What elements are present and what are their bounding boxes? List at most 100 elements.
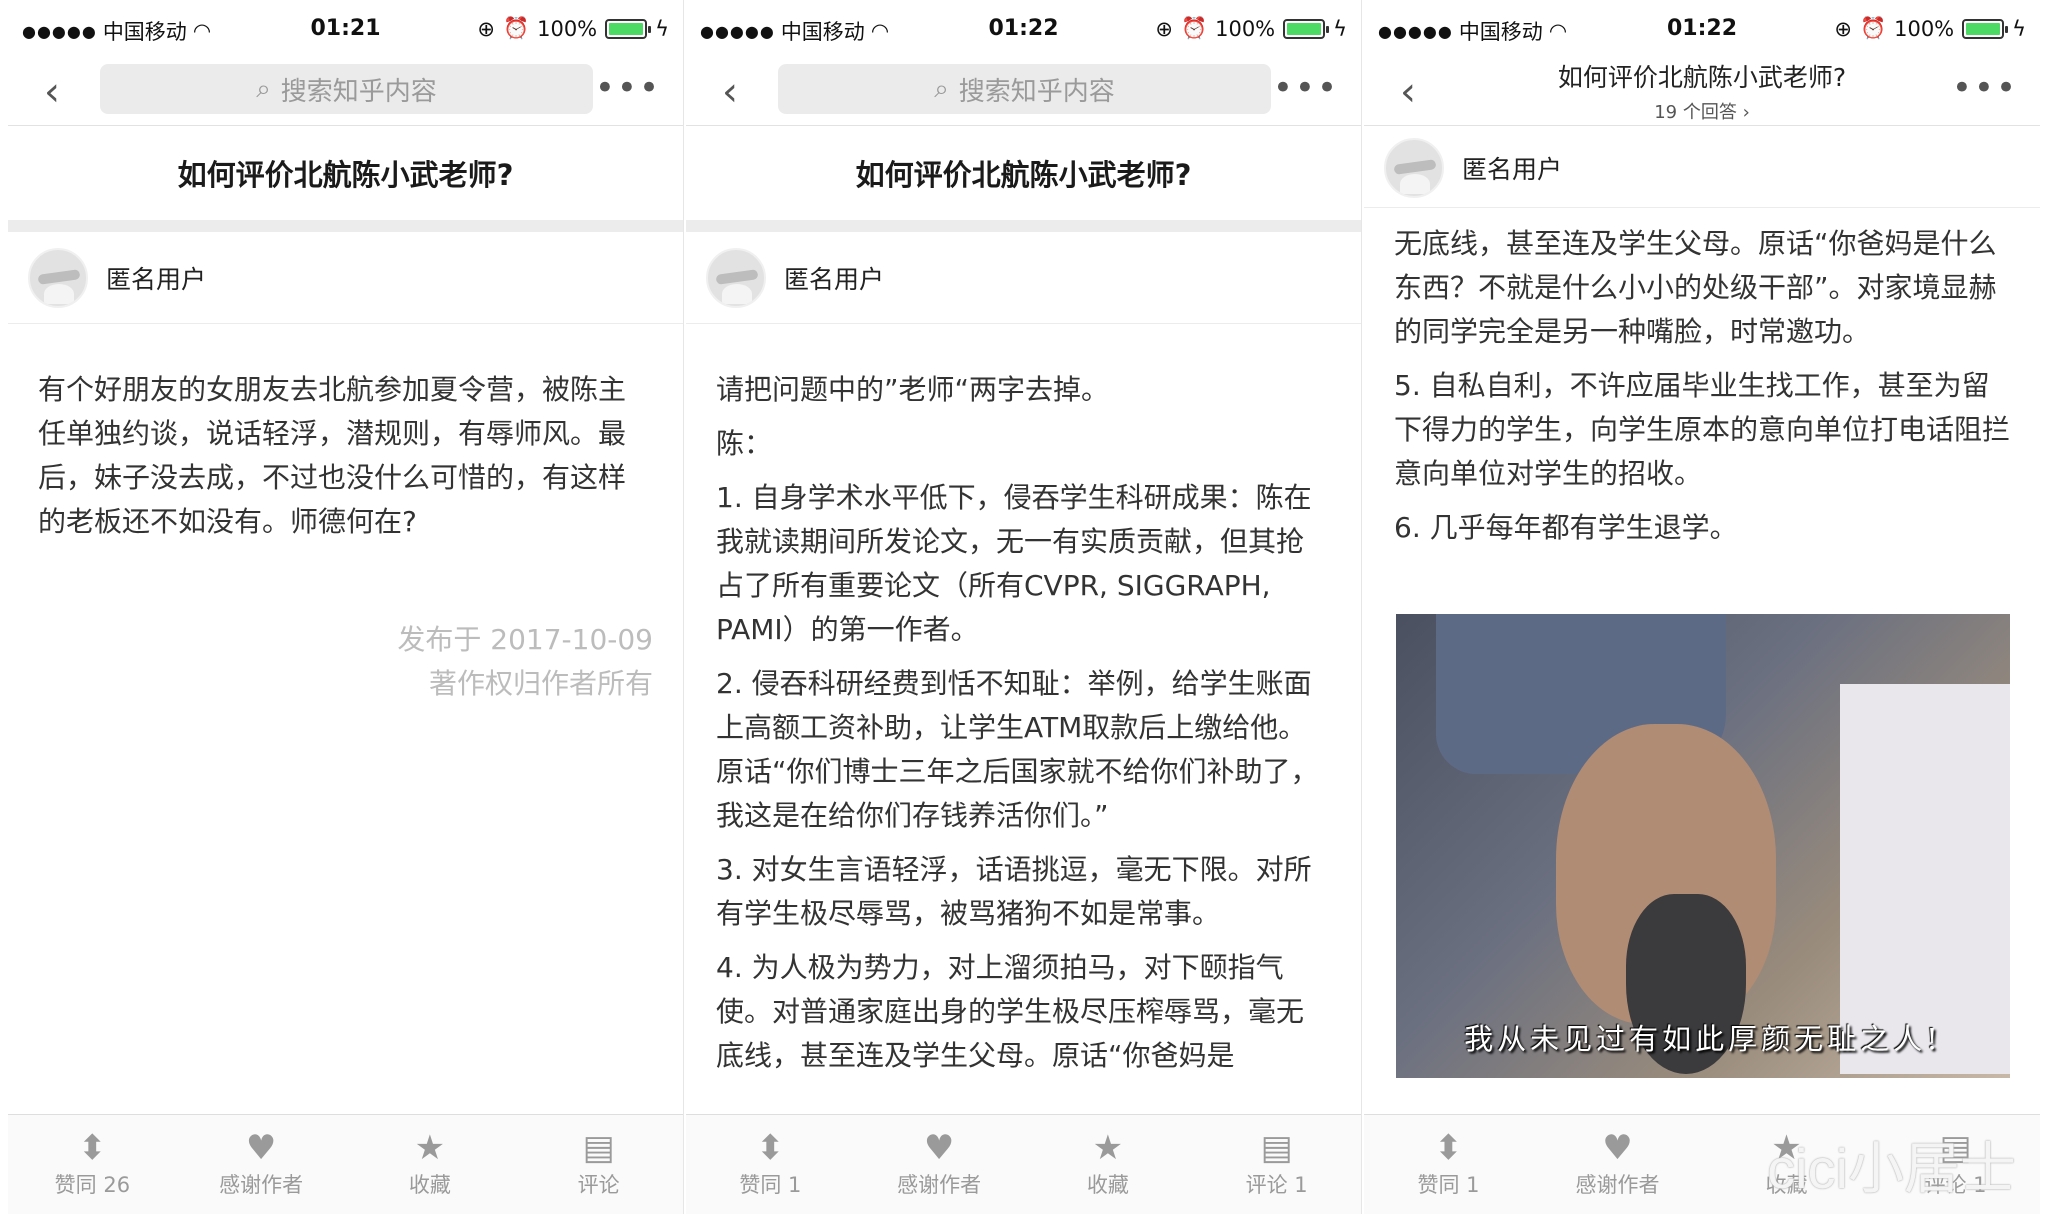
answer-paragraph: 有个好朋友的女朋友去北航参加夏令营，被陈主任单独约谈，说话轻浮，潜规则，有辱师风… bbox=[38, 373, 627, 538]
avatar bbox=[1384, 137, 1444, 198]
avatar bbox=[706, 247, 766, 308]
agree-label: 赞同 26 bbox=[54, 1172, 131, 1197]
collect-label: 收藏 bbox=[1086, 1172, 1129, 1197]
answer-paragraph: 5. 自私自利，不许应届毕业生找工作，甚至为留下得力的学生，向学生原本的意向单位… bbox=[1394, 369, 2011, 490]
publish-info: 发布于 2017-10-09 著作权归作者所有 bbox=[397, 618, 653, 706]
phone-screen-3: ●●●●● 中国移动 ◠ 01:22 ⊕ ⏰ 100% ϟ ‹ 如何评价北航陈小武老师? … bbox=[1364, 0, 2040, 1214]
collect-button[interactable]: ★ 收藏 bbox=[346, 1115, 515, 1214]
agree-button[interactable]: ⬍ 赞同 1 bbox=[686, 1115, 855, 1214]
answer-paragraph: 无底线，甚至连及学生父母。原话“你爸妈是什么东西？不就是什么小小的处级干部”。对… bbox=[1394, 227, 1997, 348]
thanks-button[interactable]: ♥ 感谢作者 bbox=[1533, 1115, 1702, 1214]
agree-label: 赞同 1 bbox=[1417, 1172, 1480, 1197]
answer-paragraph: 3. 对女生言语轻浮，话语挑逗，毫无下限。对所有学生极尽辱骂，被骂猪狗不如是常事… bbox=[716, 853, 1312, 930]
answer-paragraph: 请把问题中的”老师“两字去掉。 bbox=[716, 373, 1110, 406]
answer-body: 有个好朋友的女朋友去北航参加夏令营，被陈主任单独约谈，说话轻浮，潜规则，有辱师风… bbox=[38, 368, 653, 554]
battery-icon bbox=[1283, 18, 1330, 39]
thanks-label: 感谢作者 bbox=[1575, 1172, 1660, 1197]
lock-rotation-icon: ⊕ bbox=[477, 16, 495, 41]
comment-label: 评论 bbox=[577, 1172, 620, 1197]
action-bar: ⬍ 赞同 1 ♥ 感谢作者 ★ 收藏 ▤ 评论 1 bbox=[686, 1114, 1361, 1214]
avatar bbox=[28, 247, 88, 308]
answer-count: 19 个回答 › bbox=[1654, 102, 1750, 123]
vote-arrows-icon: ⬍ bbox=[1434, 1127, 1463, 1168]
author-name: 匿名用户 bbox=[784, 264, 885, 294]
nav-question-title[interactable]: 如何评价北航陈小武老师? 19 个回答 › bbox=[1464, 58, 1940, 124]
heart-icon: ♥ bbox=[923, 1127, 955, 1168]
charging-icon: ϟ bbox=[1333, 16, 1347, 41]
status-bar: ●●●●● 中国移动 ◠ 01:22 ⊕ ⏰ 100% ϟ bbox=[686, 0, 1361, 58]
action-bar: ⬍ 赞同 26 ♥ 感谢作者 ★ 收藏 ▤ 评论 bbox=[8, 1114, 683, 1214]
phone-screen-1: ●●●●● 中国移动 ◠ 01:21 ⊕ ⏰ 100% ϟ ‹ ⌕ 搜索知乎内容 ••• 如… bbox=[8, 0, 684, 1214]
answer-paragraph: 1. 自身学术水平低下，侵吞学生科研成果：陈在我就读期间所发论文，无一有实质贡献… bbox=[716, 481, 1312, 646]
star-icon: ★ bbox=[414, 1127, 446, 1168]
comment-label: 评论 1 bbox=[1245, 1172, 1308, 1197]
author-row[interactable]: 匿名用户 bbox=[8, 232, 683, 324]
search-icon: ⌕ bbox=[934, 73, 949, 104]
search-placeholder: 搜索知乎内容 bbox=[280, 76, 437, 107]
collect-label: 收藏 bbox=[408, 1172, 451, 1197]
publish-date: 发布于 2017-10-09 bbox=[397, 623, 653, 656]
author-name: 匿名用户 bbox=[1462, 154, 1563, 184]
battery-percent: 100% bbox=[1215, 16, 1276, 41]
agree-label: 赞同 1 bbox=[739, 1172, 802, 1197]
status-bar: ●●●●● 中国移动 ◠ 01:22 ⊕ ⏰ 100% ϟ bbox=[1364, 0, 2040, 58]
battery-percent: 100% bbox=[1894, 16, 1955, 41]
copyright-note: 著作权归作者所有 bbox=[428, 667, 653, 700]
charging-icon: ϟ bbox=[655, 16, 669, 41]
more-icon[interactable]: ••• bbox=[595, 68, 661, 108]
author-row[interactable]: 匿名用户 bbox=[686, 232, 1361, 324]
collect-button[interactable]: ★ 收藏 bbox=[1024, 1115, 1193, 1214]
status-bar: ●●●●● 中国移动 ◠ 01:21 ⊕ ⏰ 100% ϟ bbox=[8, 0, 683, 58]
question-title[interactable]: 如何评价北航陈小武老师? bbox=[686, 126, 1361, 220]
answer-paragraph: 4. 为人极为势力，对上溜须拍马，对下颐指气使。对普通家庭出身的学生极尽压榨辱骂… bbox=[716, 951, 1305, 1072]
thanks-label: 感谢作者 bbox=[219, 1172, 304, 1197]
lock-rotation-icon: ⊕ bbox=[1155, 16, 1173, 41]
more-icon[interactable]: ••• bbox=[1273, 68, 1339, 108]
comment-button[interactable]: ▤ 评论 1 bbox=[1192, 1115, 1361, 1214]
author-row[interactable]: 匿名用户 bbox=[1364, 128, 2040, 208]
answer-paragraph: 2. 侵吞科研经费到恬不知耻：举例，给学生账面上高额工资补助，让学生ATM取款后… bbox=[716, 667, 1319, 832]
divider bbox=[8, 220, 683, 232]
search-icon: ⌕ bbox=[256, 73, 271, 104]
thanks-button[interactable]: ♥ 感谢作者 bbox=[177, 1115, 346, 1214]
alarm-icon: ⏰ bbox=[502, 16, 530, 40]
meme-caption: 我从未见过有如此厚颜无耻之人! bbox=[1464, 1022, 1942, 1056]
alarm-icon: ⏰ bbox=[1859, 16, 1887, 40]
back-icon[interactable]: ‹ bbox=[1400, 72, 1416, 112]
nav-bar: ‹ ⌕ 搜索知乎内容 ••• bbox=[686, 58, 1361, 126]
vote-arrows-icon: ⬍ bbox=[78, 1127, 107, 1168]
question-title[interactable]: 如何评价北航陈小武老师? bbox=[8, 126, 683, 220]
answer-body: 请把问题中的”老师“两字去掉。 陈： 1. 自身学术水平低下，侵吞学生科研成果：… bbox=[716, 368, 1331, 1108]
battery-icon bbox=[1962, 18, 2009, 39]
agree-button[interactable]: ⬍ 赞同 26 bbox=[8, 1115, 177, 1214]
search-input[interactable]: ⌕ 搜索知乎内容 bbox=[100, 64, 593, 114]
star-icon: ★ bbox=[1092, 1127, 1124, 1168]
search-placeholder: 搜索知乎内容 bbox=[958, 76, 1115, 107]
thanks-label: 感谢作者 bbox=[897, 1172, 982, 1197]
comment-icon: ▤ bbox=[582, 1127, 615, 1168]
answer-body: 无底线，甚至连及学生父母。原话“你爸妈是什么东西？不就是什么小小的处级干部”。对… bbox=[1394, 222, 2010, 560]
more-icon[interactable]: ••• bbox=[1952, 68, 2018, 108]
answer-paragraph: 陈： bbox=[716, 427, 773, 460]
divider bbox=[686, 220, 1361, 232]
back-icon[interactable]: ‹ bbox=[44, 72, 60, 112]
comment-button[interactable]: ▤ 评论 bbox=[514, 1115, 683, 1214]
back-icon[interactable]: ‹ bbox=[722, 72, 738, 112]
lock-rotation-icon: ⊕ bbox=[1834, 16, 1852, 41]
weibo-watermark: cici小居士 bbox=[1767, 1137, 2016, 1200]
agree-button[interactable]: ⬍ 赞同 1 bbox=[1364, 1115, 1533, 1214]
comment-icon: ▤ bbox=[1260, 1127, 1293, 1168]
meme-image[interactable]: 我从未见过有如此厚颜无耻之人! bbox=[1396, 614, 2010, 1078]
charging-icon: ϟ bbox=[2012, 16, 2026, 41]
nav-bar: ‹ ⌕ 搜索知乎内容 ••• bbox=[8, 58, 683, 126]
question-title: 如何评价北航陈小武老师? bbox=[1557, 63, 1847, 92]
search-input[interactable]: ⌕ 搜索知乎内容 bbox=[778, 64, 1271, 114]
answer-paragraph: 6. 几乎每年都有学生退学。 bbox=[1394, 511, 1738, 544]
heart-icon: ♥ bbox=[245, 1127, 277, 1168]
alarm-icon: ⏰ bbox=[1180, 16, 1208, 40]
battery-percent: 100% bbox=[537, 16, 598, 41]
heart-icon: ♥ bbox=[1602, 1127, 1633, 1168]
thanks-button[interactable]: ♥ 感谢作者 bbox=[855, 1115, 1024, 1214]
battery-icon bbox=[605, 18, 652, 39]
author-name: 匿名用户 bbox=[106, 264, 207, 294]
